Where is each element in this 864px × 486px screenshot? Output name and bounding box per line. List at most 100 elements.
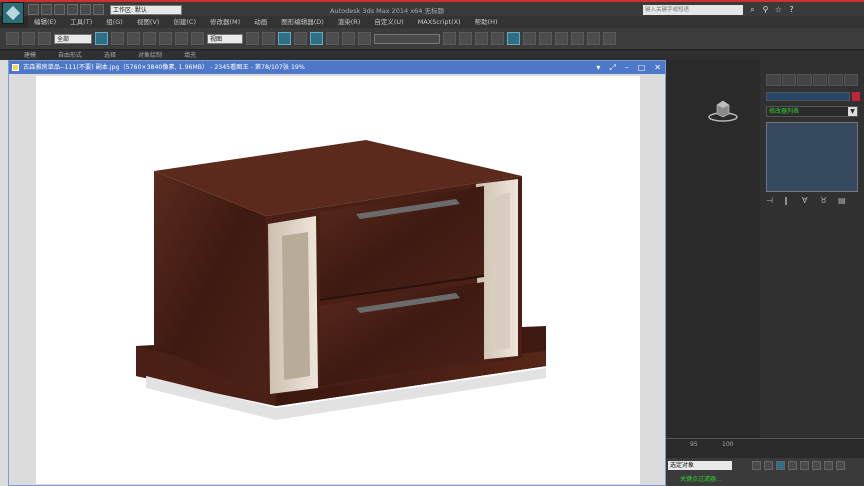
tab-populate[interactable]: 填充 [184,51,196,60]
help-icon[interactable]: ? [787,5,796,14]
open-file-icon[interactable] [41,4,52,15]
tab-freeform[interactable]: 自由形式 [58,51,82,60]
tab-selection[interactable]: 选择 [104,51,116,60]
nightstand-photo [136,140,546,420]
zoom-icon[interactable] [812,461,821,470]
reference-coord-select[interactable]: 视图 [207,33,243,44]
named-selection-select[interactable] [374,33,440,44]
select-by-name-icon[interactable] [111,32,124,45]
hierarchy-tab-icon[interactable] [797,74,812,86]
rendered-frame-icon[interactable] [571,32,584,45]
keyboard-shortcut-icon[interactable] [278,32,291,45]
tab-object-paint[interactable]: 对象绘制 [138,51,162,60]
modifier-list-select[interactable]: 修改器列表 ▼ [766,106,858,117]
menu-help[interactable]: 帮助(H) [475,16,498,28]
menu-edit[interactable]: 编辑(E) [34,16,56,28]
teapot-render-icon[interactable] [603,32,616,45]
modify-tab-icon[interactable] [781,74,796,86]
pan-icon[interactable] [824,461,833,470]
star-icon[interactable]: ☆ [774,5,783,14]
render-production-icon[interactable] [587,32,600,45]
timeline[interactable]: 95 100 [666,438,864,458]
material-editor-icon[interactable] [539,32,552,45]
graphite-icon[interactable] [491,32,504,45]
fullscreen-icon[interactable]: ⤢ [609,61,615,74]
remove-modifier-icon[interactable]: ♉ [820,196,830,206]
create-tab-icon[interactable] [766,74,781,86]
save-file-icon[interactable] [54,4,65,15]
configure-sets-icon[interactable]: ▤ [838,196,848,206]
menu-group[interactable]: 组(G) [106,16,123,28]
rect-selection-icon[interactable] [127,32,140,45]
go-to-end-icon[interactable] [800,461,809,470]
maximize-icon[interactable]: □ [638,61,646,74]
chevron-down-icon[interactable]: ▼ [848,107,857,116]
align-icon[interactable] [459,32,472,45]
window-crossing-icon[interactable] [143,32,156,45]
object-color-swatch[interactable] [852,92,860,101]
pivot-icon[interactable] [246,32,259,45]
app-logo[interactable] [2,2,24,24]
perspective-viewport[interactable] [666,60,760,438]
go-to-start-icon[interactable] [752,461,761,470]
show-end-result-icon[interactable]: ‖ [784,196,794,206]
binoculars-icon[interactable]: ⚲ [761,5,770,14]
selection-set-select[interactable]: 选定对象 [668,461,732,470]
key-filters-button[interactable]: 关键点过滤器... [680,474,722,483]
modifier-stack[interactable] [766,122,858,192]
snap-icon[interactable] [294,32,307,45]
search-input[interactable]: 键入关键字或短语 [643,5,743,15]
make-unique-icon[interactable]: ∀ [802,196,812,206]
close-icon[interactable]: ✕ [654,61,661,74]
render-setup-icon[interactable] [555,32,568,45]
menu-rendering[interactable]: 渲染(R) [338,16,361,28]
menu-modifiers[interactable]: 修改器(M) [210,16,240,28]
menu-create[interactable]: 创建(C) [173,16,196,28]
unlink-icon[interactable] [22,32,35,45]
spinner-snap-icon[interactable] [342,32,355,45]
manipulate-icon[interactable] [262,32,275,45]
menu-maxscript[interactable]: MAXScript(X) [418,16,461,28]
edit-named-sel-icon[interactable] [358,32,371,45]
menu-graph-editors[interactable]: 图形编辑器(D) [281,16,324,28]
tab-modeling[interactable]: 建模 [24,51,36,60]
angle-snap-icon[interactable] [310,32,323,45]
viewcube-icon[interactable] [708,95,738,125]
menu-views[interactable]: 视图(V) [137,16,160,28]
play-icon[interactable] [776,461,785,470]
workspace-select[interactable]: 工作区: 默认 [110,4,182,15]
schematic-icon[interactable] [523,32,536,45]
mirror-icon[interactable] [443,32,456,45]
selection-filter-select[interactable]: 全部 [54,33,92,44]
utilities-tab-icon[interactable] [843,74,858,86]
object-name-field[interactable] [766,92,850,101]
scale-icon[interactable] [191,32,204,45]
menu-bar: 编辑(E) 工具(T) 组(G) 视图(V) 创建(C) 修改器(M) 动画 图… [28,16,864,28]
hold-icon[interactable] [93,4,104,15]
link-icon[interactable] [6,32,19,45]
menu-dropdown-icon[interactable]: ▾ [596,61,600,74]
rotate-icon[interactable] [175,32,188,45]
redo-icon[interactable] [80,4,91,15]
menu-customize[interactable]: 自定义(U) [374,16,403,28]
menu-animation[interactable]: 动画 [254,16,267,28]
image-viewer-window: 古森雅房单品--111(不要) 副本.jpg（5760×3840像素, 1.96… [8,60,666,486]
bind-space-warp-icon[interactable] [38,32,51,45]
minimize-icon[interactable]: – [625,61,629,74]
prev-frame-icon[interactable] [764,461,773,470]
menu-tools[interactable]: 工具(T) [70,16,92,28]
orbit-icon[interactable] [836,461,845,470]
layer-icon[interactable] [475,32,488,45]
next-frame-icon[interactable] [788,461,797,470]
pin-stack-icon[interactable]: ⊣ [766,196,776,206]
display-tab-icon[interactable] [828,74,843,86]
search-icon[interactable]: ⌕ [748,5,757,14]
image-viewer-titlebar[interactable]: 古森雅房单品--111(不要) 副本.jpg（5760×3840像素, 1.96… [9,61,665,74]
undo-icon[interactable] [67,4,78,15]
select-object-icon[interactable] [95,32,108,45]
percent-snap-icon[interactable] [326,32,339,45]
move-icon[interactable] [159,32,172,45]
motion-tab-icon[interactable] [812,74,827,86]
curve-editor-icon[interactable] [507,32,520,45]
new-file-icon[interactable] [28,4,39,15]
